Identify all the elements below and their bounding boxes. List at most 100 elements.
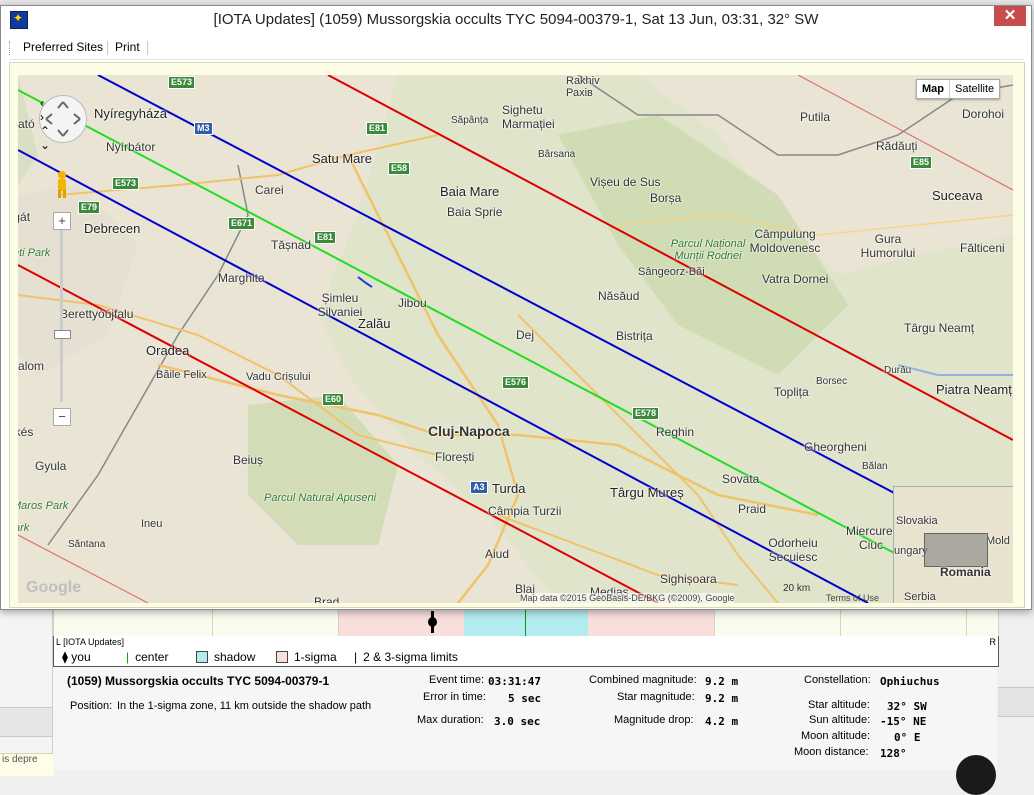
map-city-label: Putila xyxy=(800,110,831,124)
map-city-label: Odorheiu Secuiesc xyxy=(768,536,818,564)
inset-label: Serbia xyxy=(904,591,936,603)
road-shield: E576 xyxy=(502,376,530,389)
limit-tick xyxy=(212,607,213,637)
background-right-strip xyxy=(998,687,1034,717)
road-shield: E58 xyxy=(388,162,411,175)
inset-label: Slovakia xyxy=(896,515,938,527)
road-shield: E60 xyxy=(322,393,345,406)
road-shield: A3 xyxy=(470,481,488,494)
road-shield: M3 xyxy=(194,122,213,135)
map-scale: 20 km xyxy=(783,583,811,594)
map-city-label: Sângeorz-Băi xyxy=(638,266,705,278)
zoom-slider-thumb[interactable] xyxy=(54,330,71,339)
window-title: [IOTA Updates] (1059) Mussorgskia occult… xyxy=(213,11,819,28)
map-city-label: Baia Sprie xyxy=(447,205,503,219)
event-time-label: Event time: xyxy=(429,674,485,686)
map-city-label: Gura Humorului xyxy=(860,232,916,260)
map-city-label: Cluj-Napoca xyxy=(428,423,510,439)
map-city-label: Carei xyxy=(255,183,284,197)
map-city-label: Reghin xyxy=(656,425,695,439)
map-city-label: Vatra Dornei xyxy=(762,272,829,286)
map-city-label: Florești xyxy=(435,450,475,464)
track-left-label: L [IOTA Updates] xyxy=(56,637,125,647)
pan-arrows-icon xyxy=(45,101,81,137)
map-city-label: Zalău xyxy=(358,316,391,331)
track-label-row: L [IOTA Updates] R xyxy=(53,636,999,648)
map-city-label: Nyírbogát xyxy=(18,210,31,224)
map-city-label: Turda xyxy=(492,481,526,496)
legend-limits: | 2 & 3-sigma limits xyxy=(354,650,458,664)
map-city-label: Toplița xyxy=(774,385,809,399)
event-time-value: 03:31:47 xyxy=(488,675,541,688)
map-type-map-button[interactable]: Map xyxy=(917,80,950,98)
close-button[interactable]: ✕ xyxy=(994,6,1026,26)
zoom-out-button[interactable]: − xyxy=(53,408,71,426)
park-label: Körösmenti Park xyxy=(18,522,30,534)
star-mag-label: Star magnitude: xyxy=(617,691,695,703)
title-bar[interactable]: [IOTA Updates] (1059) Mussorgskia occult… xyxy=(1,6,1031,34)
error-value: 5 sec xyxy=(508,692,542,705)
map-city-label: Brad xyxy=(314,595,340,603)
limit-tick xyxy=(714,607,715,637)
road-shield: E81 xyxy=(366,122,389,135)
google-logo: Google xyxy=(26,579,82,596)
map-city-label: Oradea xyxy=(146,343,190,358)
map-city-label: Dej xyxy=(516,328,535,342)
map-city-label: Băile Felix xyxy=(156,369,207,381)
map-city-label: Szeghalom xyxy=(18,359,45,373)
sun-alt-label: Sun altitude: xyxy=(809,714,871,726)
pan-control-icon[interactable] xyxy=(39,95,87,143)
map-city-label: Gyula xyxy=(35,459,67,473)
moon-dist-value: 128° xyxy=(880,747,907,760)
park-label: Hortobágyi Nemzeti Park xyxy=(18,247,51,259)
road-shield: E85 xyxy=(910,156,933,169)
road-shield: E671 xyxy=(228,217,256,230)
position-label: Position: xyxy=(70,700,113,712)
legend-center: | center xyxy=(126,650,169,664)
overview-viewport[interactable] xyxy=(924,533,988,567)
map-city-label: Bălan xyxy=(862,461,888,472)
map-city-label: Tășnad xyxy=(271,238,312,252)
center-marker xyxy=(525,607,526,637)
map-city-label: Rakhiv Рахів xyxy=(566,75,600,99)
map-view[interactable]: Nyíregyháza Nyírbátor Satu Mare Carei Ba… xyxy=(18,75,1013,603)
preferred-sites-button[interactable]: Preferred Sites xyxy=(23,40,103,54)
toolbar-grip-icon[interactable] xyxy=(9,41,13,55)
track-legend: ⧫ you | center shadow 1-sigma | 2 & 3-sigm… xyxy=(53,648,999,667)
map-city-label: Sighișoara xyxy=(660,572,717,586)
map-city-label: Ineu xyxy=(141,518,163,530)
toolbar-separator xyxy=(147,41,148,55)
zoom-in-button[interactable]: + xyxy=(53,212,71,230)
toolbar-separator xyxy=(107,41,108,55)
map-city-label: Săpânța xyxy=(451,115,489,126)
timing-track xyxy=(53,606,999,638)
star-alt-value: 32° SW xyxy=(887,700,927,713)
print-button[interactable]: Print xyxy=(115,40,140,54)
terms-link[interactable]: Terms of Use xyxy=(826,593,879,603)
constellation-value: Ophiuchus xyxy=(880,675,940,688)
map-city-label: Borșa xyxy=(650,191,682,205)
map-city-label: Târgu Neamț xyxy=(904,321,975,335)
map-city-label: Baia Mare xyxy=(440,184,500,199)
overview-map[interactable]: Slovakia Mold ungary Romania Serbia xyxy=(893,486,1013,603)
map-city-label: Durău xyxy=(884,365,912,376)
map-city-label: Piatra Neamț xyxy=(936,382,1012,397)
map-city-label: Rădăuți xyxy=(876,139,918,153)
position-text: In the 1-sigma zone, 11 km outside the s… xyxy=(117,700,372,712)
legend-you: ⧫ you xyxy=(62,650,91,664)
map-city-label: Debrecen xyxy=(84,221,141,236)
moon-dist-label: Moon distance: xyxy=(794,746,869,758)
map-city-label: Beiuș xyxy=(233,453,264,467)
sigma-band-right xyxy=(588,607,714,637)
road-shield: E79 xyxy=(78,201,101,214)
map-attribution: Map data ©2015 GeoBasis-DE/BKG (©2009), … xyxy=(520,593,735,603)
inset-label: ungary xyxy=(894,545,928,557)
map-city-label: Sighetu Marmației xyxy=(502,103,555,131)
pegman-icon[interactable] xyxy=(55,170,69,198)
zoom-rail[interactable] xyxy=(60,230,63,402)
combined-mag-value: 9.2 m xyxy=(705,675,739,688)
road-shield: E81 xyxy=(314,231,337,244)
map-city-label: Borsec xyxy=(816,376,848,387)
map-type-satellite-button[interactable]: Satellite xyxy=(950,80,999,98)
park-label: Maros Park xyxy=(18,500,69,512)
